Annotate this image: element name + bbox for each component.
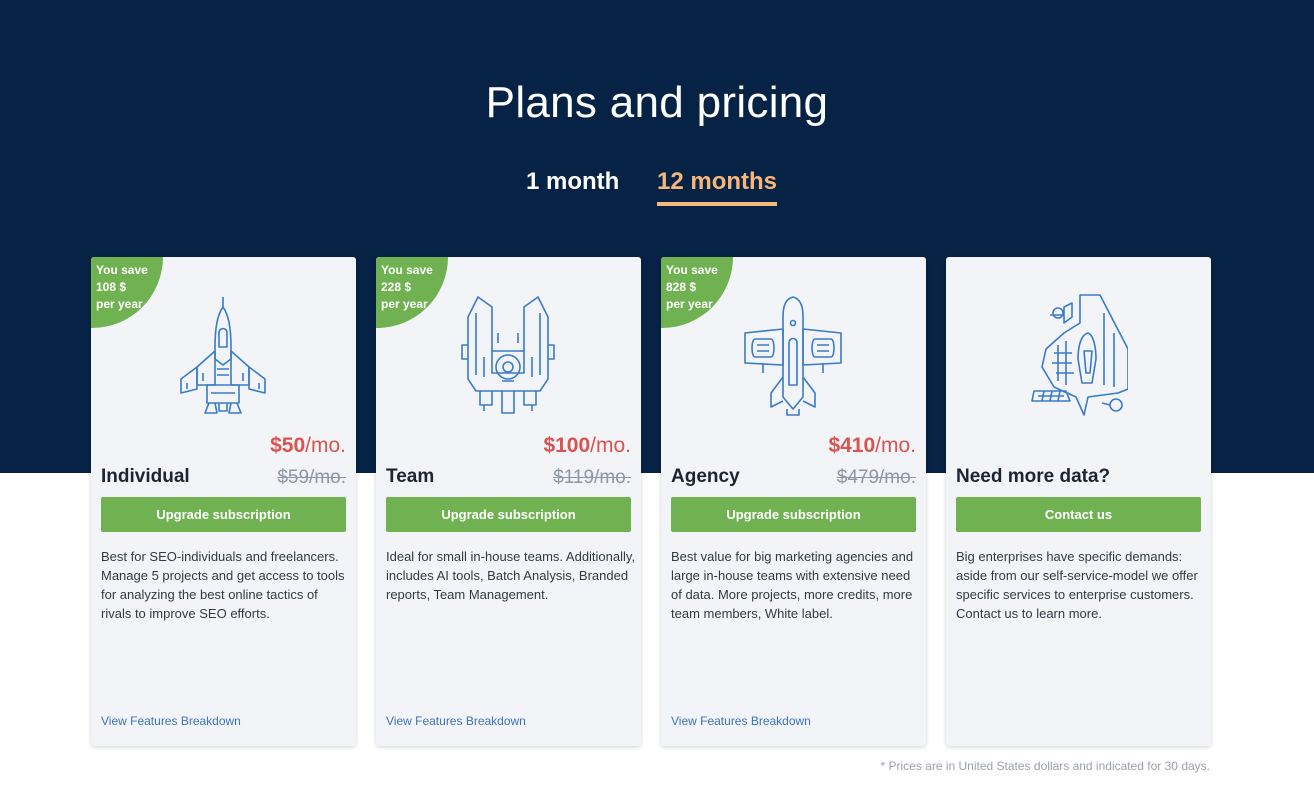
pricing-footnote: * Prices are in United States dollars an… bbox=[880, 759, 1210, 773]
old-price: $119/mo. bbox=[553, 467, 631, 488]
plan-name: Team bbox=[386, 466, 435, 487]
mothership-icon bbox=[1031, 294, 1128, 416]
savings-badge-line: per year bbox=[96, 297, 143, 311]
old-price: $59/mo. bbox=[277, 467, 346, 488]
tab-12-months[interactable]: 12 months bbox=[657, 168, 778, 206]
current-price: $100/mo. bbox=[543, 434, 631, 458]
view-features-link[interactable]: View Features Breakdown bbox=[101, 714, 241, 728]
price-amount: $100 bbox=[543, 434, 591, 457]
old-price: $479/mo. bbox=[836, 467, 916, 488]
current-price: $50/mo. bbox=[270, 434, 346, 458]
savings-badge-line: per year bbox=[666, 297, 713, 311]
savings-badge-line: You save bbox=[666, 263, 718, 277]
savings-badge: You save 828 $ per year bbox=[661, 257, 733, 328]
tab-1-month[interactable]: 1 month bbox=[526, 168, 619, 202]
savings-badge-amount: 228 $ bbox=[381, 280, 412, 294]
price-period: /mo. bbox=[305, 434, 346, 457]
view-features-link[interactable]: View Features Breakdown bbox=[386, 714, 526, 728]
price-amount: $50 bbox=[270, 434, 306, 457]
plan-card-agency: You save 828 $ per year $410/mo. Agency … bbox=[661, 257, 926, 746]
current-price: $410/mo. bbox=[828, 434, 916, 458]
plan-description: Best for SEO-individuals and freelancers… bbox=[101, 549, 345, 621]
savings-badge-line: You save bbox=[96, 263, 148, 277]
price-period: /mo. bbox=[590, 434, 631, 457]
savings-badge-amount: 108 $ bbox=[96, 280, 127, 294]
savings-badge-line: You save bbox=[381, 263, 433, 277]
page-title: Plans and pricing bbox=[485, 78, 829, 127]
plan-name: Agency bbox=[671, 466, 740, 487]
savings-badge: You save 228 $ per year bbox=[376, 257, 448, 328]
plan-description: Big enterprises have specific demands: a… bbox=[956, 549, 1198, 621]
upgrade-subscription-button[interactable]: Upgrade subscription bbox=[386, 497, 631, 532]
contact-us-button[interactable]: Contact us bbox=[956, 497, 1201, 532]
plan-description: Best value for big marketing agencies an… bbox=[671, 549, 914, 621]
billing-period-tabs: 1 month 12 months bbox=[0, 168, 1314, 212]
upgrade-subscription-button[interactable]: Upgrade subscription bbox=[671, 497, 916, 532]
fighter-spaceship-icon bbox=[180, 297, 266, 414]
price-period: /mo. bbox=[875, 434, 916, 457]
plan-name: Need more data? bbox=[956, 466, 1111, 487]
plan-card-team: You save 228 $ per year $100/mo. Team $1… bbox=[376, 257, 641, 746]
price-amount: $410 bbox=[828, 434, 876, 457]
upgrade-subscription-button[interactable]: Upgrade subscription bbox=[101, 497, 346, 532]
view-features-link[interactable]: View Features Breakdown bbox=[671, 714, 811, 728]
cruiser-spaceship-icon bbox=[461, 296, 555, 414]
plan-card-enterprise: Need more data? Contact us Big enterpris… bbox=[946, 257, 1211, 746]
plan-card-individual: You save 108 $ per year $50/mo. Individu… bbox=[91, 257, 356, 746]
savings-badge-line: per year bbox=[381, 297, 428, 311]
plan-description: Ideal for small in-house teams. Addition… bbox=[386, 549, 636, 602]
savings-badge: You save 108 $ per year bbox=[91, 257, 163, 328]
plan-name: Individual bbox=[101, 466, 190, 487]
savings-badge-amount: 828 $ bbox=[666, 280, 697, 294]
carrier-spaceship-icon bbox=[744, 296, 842, 416]
